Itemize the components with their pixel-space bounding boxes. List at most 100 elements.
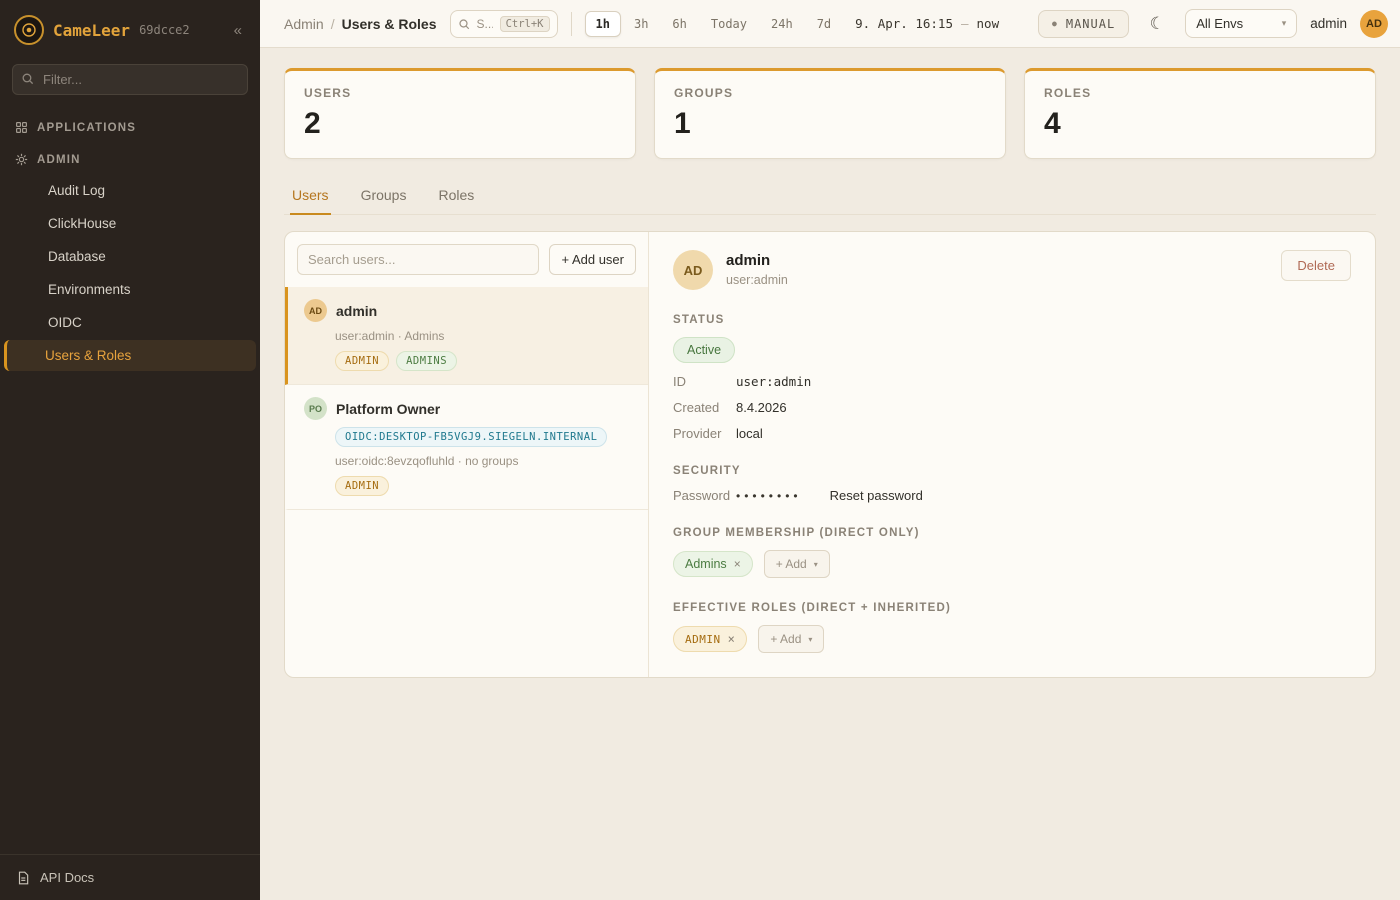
search-users-input[interactable] xyxy=(297,244,539,275)
oidc-badge: OIDC:DESKTOP-FB5VGJ9.SIEGELN.INTERNAL xyxy=(335,427,607,447)
user-subtitle: user:oidc:8evzqofluhld · no groups xyxy=(335,454,634,468)
sidebar-item-audit-log[interactable]: Audit Log xyxy=(4,175,256,206)
role-chips: ADMIN × + Add ▾ xyxy=(673,625,1351,653)
user-list-item-platform-owner[interactable]: PO Platform Owner OIDC:DESKTOP-FB5VGJ9.S… xyxy=(285,385,648,510)
field-label: Provider xyxy=(673,426,736,441)
sidebar-item-oidc[interactable]: OIDC xyxy=(4,307,256,338)
sidebar-item-environments[interactable]: Environments xyxy=(4,274,256,305)
stat-card-groups: GROUPS 1 xyxy=(654,68,1006,159)
add-label: + Add xyxy=(776,557,807,571)
remove-icon[interactable]: × xyxy=(734,557,741,571)
app-version: 69dcce2 xyxy=(139,23,190,37)
security-heading: SECURITY xyxy=(673,465,1351,477)
add-label: + Add xyxy=(770,632,801,646)
user-name: admin xyxy=(336,303,377,319)
password-label: Password xyxy=(673,488,736,503)
stat-card-users: USERS 2 xyxy=(284,68,636,159)
chevron-down-icon: ▾ xyxy=(1282,18,1287,29)
role-badge: ADMIN xyxy=(335,351,389,371)
user-detail-pane: AD admin user:admin Delete STATUS Active… xyxy=(649,232,1375,677)
chip-label: Admins xyxy=(685,557,727,571)
sidebar-item-clickhouse[interactable]: ClickHouse xyxy=(4,208,256,239)
sidebar-filter-input[interactable] xyxy=(12,64,248,95)
environment-value: All Envs xyxy=(1196,16,1243,31)
grid-icon xyxy=(15,121,28,134)
field-row-id: ID user:admin xyxy=(673,374,1351,389)
breadcrumb-separator: / xyxy=(331,16,335,32)
sidebar-section-label: APPLICATIONS xyxy=(37,122,136,134)
time-button-3h[interactable]: 3h xyxy=(623,11,659,37)
time-button-6h[interactable]: 6h xyxy=(661,11,697,37)
tab-bar: Users Groups Roles xyxy=(284,179,1376,215)
sidebar-section-admin[interactable]: ADMIN xyxy=(0,143,260,175)
status-dot-icon: ● xyxy=(1052,19,1058,28)
chevron-down-icon: ▾ xyxy=(814,560,818,569)
status-heading: STATUS xyxy=(673,314,1351,326)
topbar-divider xyxy=(571,12,572,36)
users-panel: + Add user AD admin user:admin · Admins … xyxy=(284,231,1376,678)
reset-password-link[interactable]: Reset password xyxy=(830,488,923,503)
tab-users[interactable]: Users xyxy=(290,179,331,215)
time-range-display[interactable]: 9. Apr. 16:15 — now xyxy=(855,16,999,31)
avatar: PO xyxy=(304,397,327,420)
remove-icon[interactable]: × xyxy=(728,632,736,646)
stat-label: ROLES xyxy=(1044,86,1356,100)
time-button-7d[interactable]: 7d xyxy=(806,11,842,37)
app-root: CameLeer 69dcce2 « APPLICATIONS ADMIN Au… xyxy=(0,0,1400,900)
main-area: Admin / Users & Roles S... Ctrl+K 1h 3h … xyxy=(260,0,1400,900)
add-group-button[interactable]: + Add ▾ xyxy=(764,550,830,578)
moon-icon: ☾ xyxy=(1150,14,1165,34)
stat-label: USERS xyxy=(304,86,616,100)
stats-row: USERS 2 GROUPS 1 ROLES 4 xyxy=(284,68,1376,159)
manual-refresh-button[interactable]: ● MANUAL xyxy=(1038,10,1129,38)
user-badges: ADMIN ADMINS xyxy=(335,351,634,371)
search-shortcut-kbd: Ctrl+K xyxy=(500,16,550,32)
range-separator: — xyxy=(961,16,969,31)
app-title: CameLeer xyxy=(53,21,130,40)
user-list-item-admin[interactable]: AD admin user:admin · Admins ADMIN ADMIN… xyxy=(285,287,648,385)
breadcrumb-admin[interactable]: Admin xyxy=(284,16,324,32)
document-icon xyxy=(16,871,30,885)
delete-user-button[interactable]: Delete xyxy=(1281,250,1351,281)
group-membership-heading: GROUP MEMBERSHIP (DIRECT ONLY) xyxy=(673,527,1351,539)
time-button-today[interactable]: Today xyxy=(700,11,758,37)
sidebar-collapse-icon[interactable]: « xyxy=(230,20,246,41)
sidebar-section-label: ADMIN xyxy=(37,154,81,166)
gear-icon xyxy=(15,153,28,166)
time-button-24h[interactable]: 24h xyxy=(760,11,804,37)
sidebar-item-database[interactable]: Database xyxy=(4,241,256,272)
dark-mode-toggle[interactable]: ☾ xyxy=(1142,9,1172,39)
sidebar-section-applications[interactable]: APPLICATIONS xyxy=(0,111,260,143)
add-user-button[interactable]: + Add user xyxy=(549,244,636,275)
user-avatar[interactable]: AD xyxy=(1360,10,1388,38)
password-row: Password •••••••• Reset password xyxy=(673,488,1351,503)
time-button-1h[interactable]: 1h xyxy=(585,11,621,37)
status-badge: Active xyxy=(673,337,735,363)
breadcrumb-current: Users & Roles xyxy=(342,16,437,32)
tab-roles[interactable]: Roles xyxy=(436,179,476,215)
field-label: Created xyxy=(673,400,736,415)
chevron-down-icon: ▾ xyxy=(808,635,812,644)
user-row: AD admin xyxy=(304,299,634,322)
user-name: Platform Owner xyxy=(336,401,440,417)
group-chips: Admins × + Add ▾ xyxy=(673,550,1351,578)
stat-label: GROUPS xyxy=(674,86,986,100)
environment-select[interactable]: All Envs ▾ xyxy=(1185,9,1297,38)
user-row: PO Platform Owner xyxy=(304,397,634,420)
global-search[interactable]: S... Ctrl+K xyxy=(450,10,558,38)
password-mask: •••••••• xyxy=(736,489,802,503)
field-value: user:admin xyxy=(736,374,811,389)
add-role-button[interactable]: + Add ▾ xyxy=(758,625,824,653)
tab-groups[interactable]: Groups xyxy=(359,179,409,215)
stat-value: 1 xyxy=(674,107,986,141)
user-list-header: + Add user xyxy=(285,232,648,287)
field-label: ID xyxy=(673,374,736,389)
field-value: 8.4.2026 xyxy=(736,400,787,415)
sidebar-item-users-roles[interactable]: Users & Roles xyxy=(4,340,256,371)
sidebar-nav: Audit Log ClickHouse Database Environmen… xyxy=(0,175,260,379)
chip-label: ADMIN xyxy=(685,633,721,646)
stat-card-roles: ROLES 4 xyxy=(1024,68,1376,159)
api-docs-link[interactable]: API Docs xyxy=(0,854,260,900)
topbar-right: ● MANUAL ☾ All Envs ▾ admin AD xyxy=(1038,9,1388,39)
role-chip-admin: ADMIN × xyxy=(673,626,747,652)
